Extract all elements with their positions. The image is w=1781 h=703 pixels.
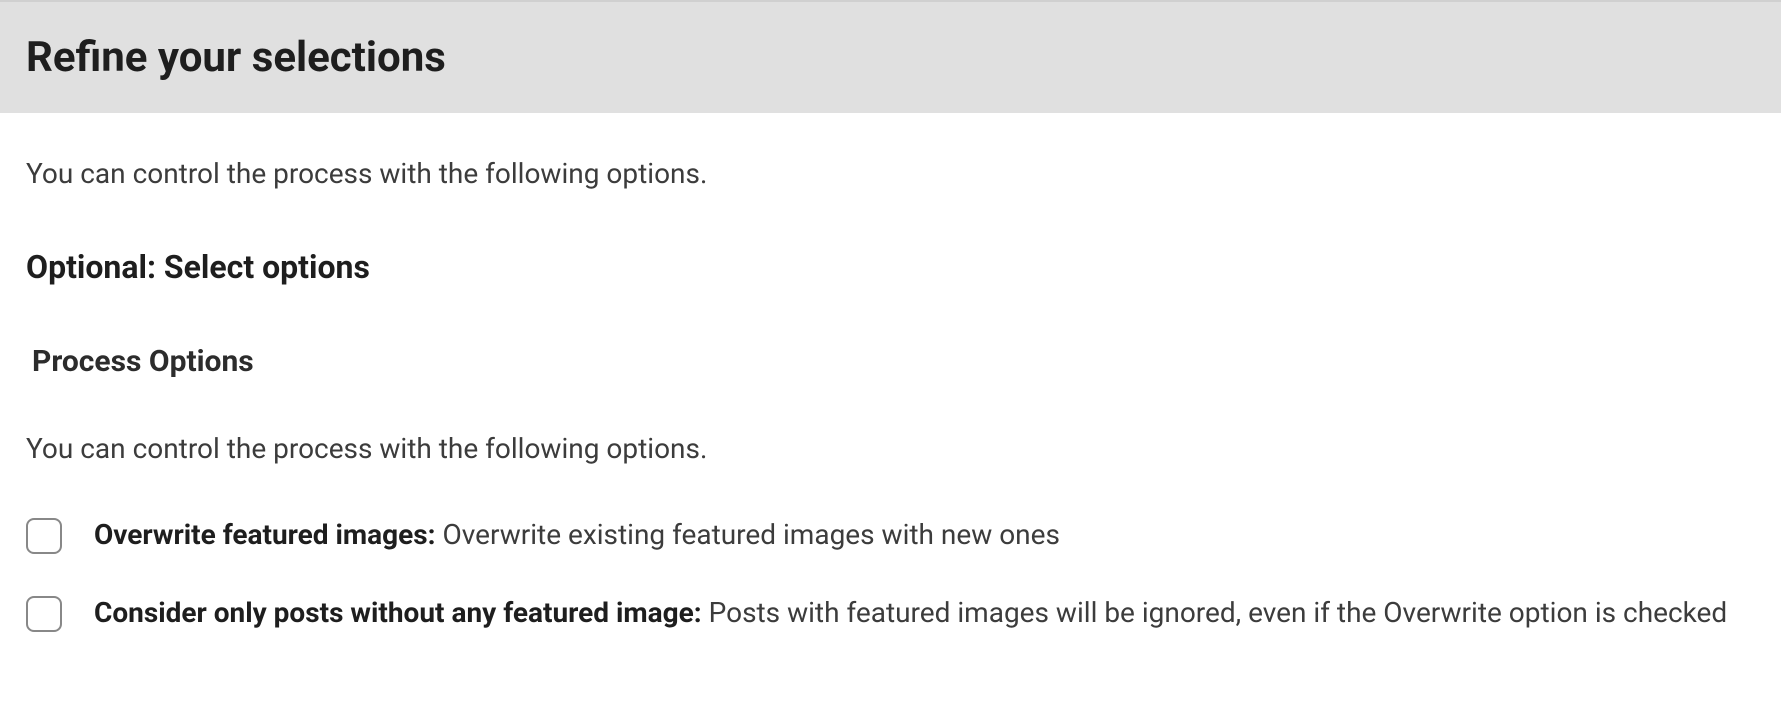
- overwrite-label-rest: Overwrite existing featured images with …: [436, 518, 1060, 551]
- process-options-description: You can control the process with the fol…: [26, 428, 1755, 470]
- consider-only-label-rest: Posts with featured images will be ignor…: [702, 596, 1728, 629]
- option-row-overwrite: Overwrite featured images: Overwrite exi…: [26, 514, 1755, 556]
- consider-only-label-bold: Consider only posts without any featured…: [94, 596, 702, 629]
- intro-text: You can control the process with the fol…: [26, 153, 1755, 195]
- overwrite-checkbox[interactable]: [26, 518, 62, 554]
- section-content: You can control the process with the fol…: [0, 113, 1781, 700]
- section-header-bar: Refine your selections: [0, 0, 1781, 113]
- consider-only-label: Consider only posts without any featured…: [94, 592, 1755, 634]
- option-row-consider-only: Consider only posts without any featured…: [26, 592, 1755, 634]
- optional-subheading: Optional: Select options: [26, 243, 1755, 291]
- section-title: Refine your selections: [26, 26, 1755, 89]
- consider-only-checkbox[interactable]: [26, 596, 62, 632]
- overwrite-label: Overwrite featured images: Overwrite exi…: [94, 514, 1755, 556]
- process-options-heading: Process Options: [26, 339, 1755, 384]
- overwrite-label-bold: Overwrite featured images:: [94, 518, 436, 551]
